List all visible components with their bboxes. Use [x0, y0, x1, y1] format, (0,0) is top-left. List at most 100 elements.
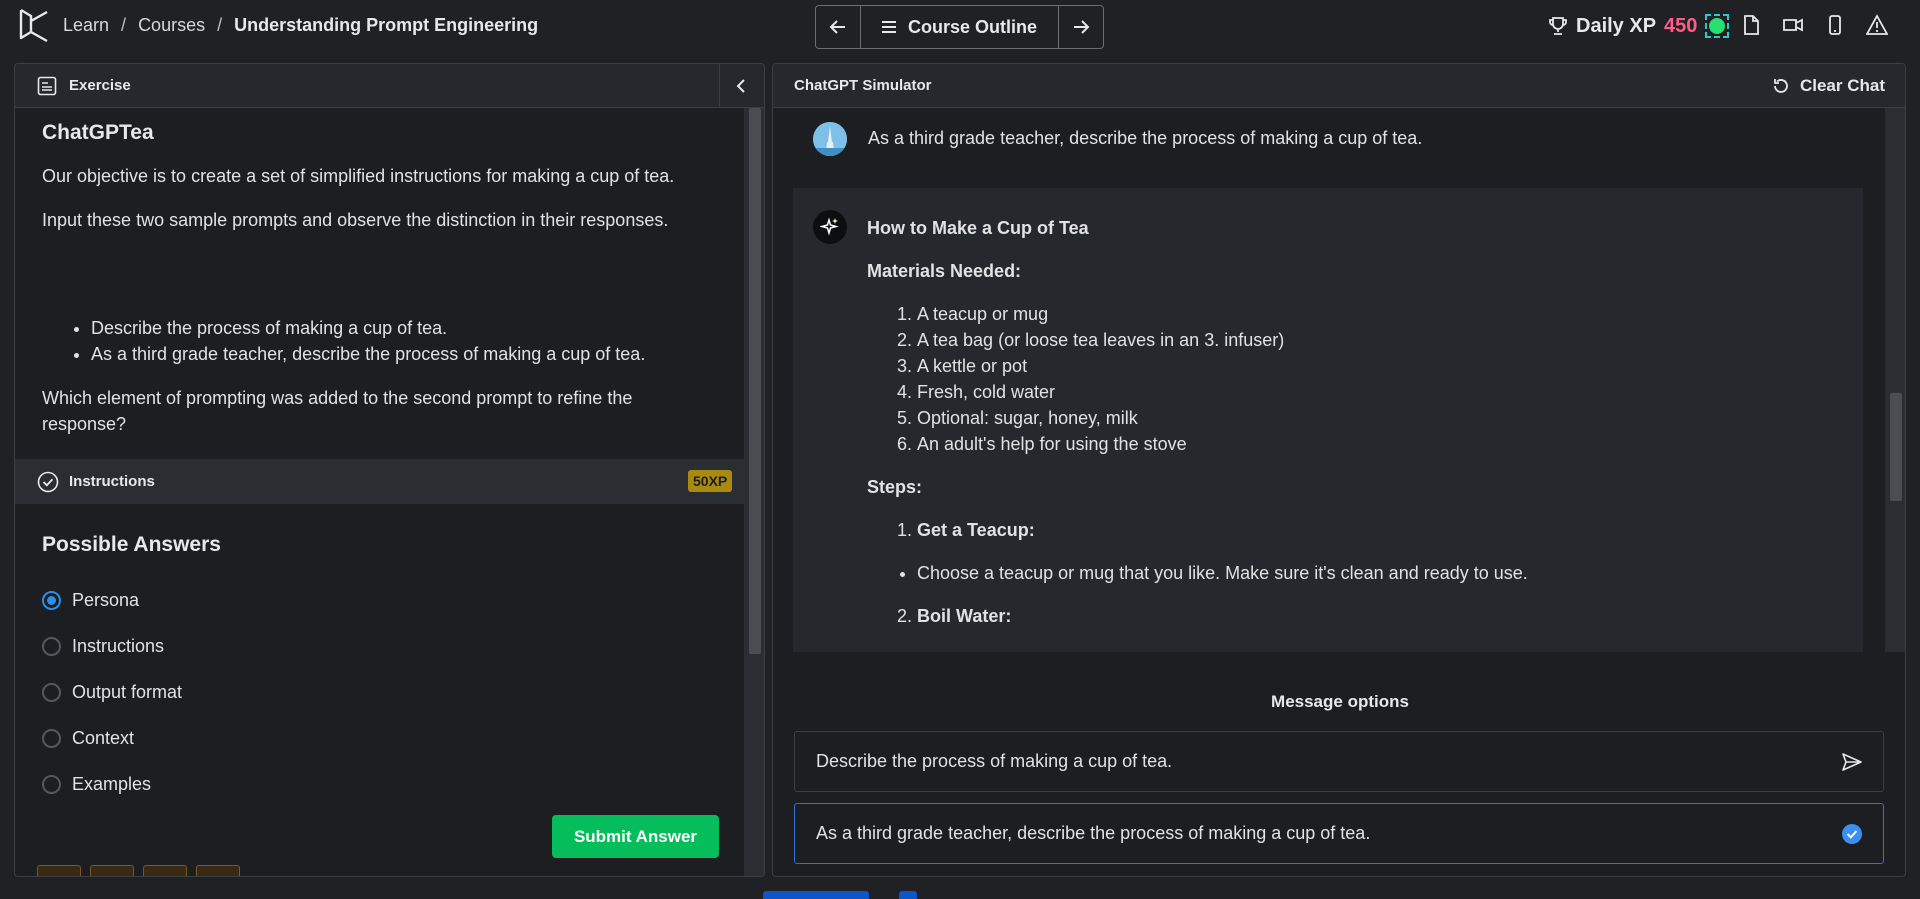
clear-chat-button[interactable]: Clear Chat	[1772, 76, 1885, 96]
sparkle-icon	[813, 210, 847, 244]
daily-xp[interactable]: Daily XP 450	[1548, 14, 1730, 38]
list-item: Optional: sugar, honey, milk	[917, 405, 1528, 431]
answer-label: Context	[72, 728, 135, 748]
trophy-icon	[1549, 17, 1567, 35]
list-item: A teacup or mug	[917, 301, 1528, 327]
menu-icon	[881, 21, 896, 33]
exercise-panel: Exercise ChatGPTea Our objective is to c…	[14, 63, 765, 877]
chat-simulator-panel: ChatGPT Simulator Clear Chat As a third …	[772, 63, 1906, 877]
warning-icon[interactable]	[1866, 14, 1888, 36]
breadcrumb-current[interactable]: Understanding Prompt Engineering	[234, 15, 538, 36]
answer-option-output-format[interactable]: Output format	[42, 682, 182, 703]
instructions-bar[interactable]: Instructions 50XP	[15, 459, 744, 504]
radio-button[interactable]	[42, 637, 61, 656]
exercise-header-label: Exercise	[69, 77, 131, 94]
materials-heading: Materials Needed:	[867, 261, 1022, 281]
scrollbar-thumb[interactable]	[1890, 393, 1902, 501]
exercise-scrollbar[interactable]	[744, 108, 764, 876]
scrollbar-thumb[interactable]	[749, 108, 761, 654]
check-icon	[1842, 824, 1862, 844]
chat-scrollbar[interactable]	[1885, 108, 1905, 652]
steps-list: Boil Water:	[867, 603, 1528, 629]
user-message: As a third grade teacher, describe the p…	[868, 128, 1423, 148]
list-item: An adult's help for using the stove	[917, 431, 1528, 457]
exercise-header: Exercise	[15, 64, 764, 108]
chevron-left-icon	[736, 79, 745, 93]
answer-label: Examples	[72, 774, 152, 794]
sample-prompts-list: Describe the process of making a cup of …	[91, 315, 645, 367]
clear-chat-label: Clear Chat	[1799, 76, 1885, 95]
top-bar: Learn / Courses / Understanding Prompt E…	[0, 0, 1920, 52]
key-hint	[143, 865, 187, 876]
answer-option-context[interactable]: Context	[42, 728, 134, 749]
key-hint	[90, 865, 134, 876]
exercise-objective: Our objective is to create a set of simp…	[42, 166, 675, 186]
reply-title: How to Make a Cup of Tea	[867, 218, 1089, 238]
course-outline-label: Course Outline	[907, 16, 1037, 37]
top-actions	[1740, 14, 1888, 36]
breadcrumb-separator: /	[121, 15, 127, 35]
possible-answers-title: Possible Answers	[42, 533, 221, 556]
answer-label: Instructions	[72, 636, 165, 656]
instructions-label: Instructions	[69, 473, 155, 490]
message-option-selected[interactable]: As a third grade teacher, describe the p…	[794, 803, 1884, 864]
list-item: Choose a teacup or mug that you like. Ma…	[917, 560, 1528, 586]
exercise-question: Which element of prompting was added to …	[42, 388, 633, 434]
list-item: A kettle or pot	[917, 353, 1528, 379]
radio-button[interactable]	[42, 729, 61, 748]
chat-messages: As a third grade teacher, describe the p…	[773, 108, 1885, 652]
message-option[interactable]: Describe the process of making a cup of …	[794, 731, 1884, 792]
list-item: A tea bag (or loose tea leaves in an 3. …	[917, 327, 1528, 353]
answer-option-persona[interactable]: Persona	[42, 590, 139, 611]
exercise-title: ChatGPTea	[42, 121, 154, 144]
assistant-reply: How to Make a Cup of Tea Materials Neede…	[867, 215, 1528, 629]
exercise-instruction: Input these two sample prompts and obser…	[42, 210, 669, 230]
radio-button[interactable]	[42, 591, 61, 610]
daily-xp-label: Daily XP	[1576, 14, 1657, 37]
bottom-tab[interactable]	[899, 891, 917, 899]
answer-label: Persona	[72, 590, 140, 610]
check-circle-icon	[37, 471, 59, 492]
arrow-left-icon	[829, 20, 845, 34]
key-hint	[196, 865, 240, 876]
key-hint	[37, 865, 81, 876]
streak-indicator	[1705, 14, 1730, 38]
bottom-tab[interactable]	[763, 891, 869, 899]
message-option-text: As a third grade teacher, describe the p…	[816, 823, 1371, 843]
keyboard-hints	[37, 865, 240, 876]
message-options-title: Message options	[1271, 692, 1409, 711]
step-details: Choose a teacup or mug that you like. Ma…	[867, 560, 1528, 586]
reset-icon	[1774, 79, 1788, 93]
next-exercise-button[interactable]	[1059, 6, 1103, 48]
chat-header: ChatGPT Simulator Clear Chat	[773, 64, 1905, 108]
document-icon[interactable]	[1740, 14, 1762, 36]
radio-button[interactable]	[42, 775, 61, 794]
chat-header-label: ChatGPT Simulator	[794, 77, 932, 94]
breadcrumb: Learn / Courses / Understanding Prompt E…	[63, 15, 538, 36]
answer-option-examples[interactable]: Examples	[42, 774, 151, 795]
user-avatar-icon	[813, 122, 847, 156]
send-icon[interactable]	[1841, 751, 1863, 773]
step-title: Get a Teacup:	[917, 520, 1035, 540]
course-outline-button[interactable]: Course Outline	[861, 6, 1059, 48]
daily-xp-value: 450	[1664, 14, 1698, 37]
steps-list: Get a Teacup:	[867, 517, 1528, 543]
mobile-icon[interactable]	[1824, 14, 1846, 36]
answer-option-instructions[interactable]: Instructions	[42, 636, 164, 657]
course-outline-nav: Course Outline	[815, 5, 1104, 49]
breadcrumb-courses[interactable]: Courses	[138, 15, 205, 36]
breadcrumb-learn[interactable]: Learn	[63, 15, 109, 36]
previous-exercise-button[interactable]	[816, 6, 861, 48]
message-option-text: Describe the process of making a cup of …	[816, 751, 1173, 771]
datacamp-logo-icon[interactable]	[18, 8, 50, 44]
list-item: As a third grade teacher, describe the p…	[91, 341, 645, 367]
video-icon[interactable]	[1782, 14, 1804, 36]
exercise-icon	[37, 76, 57, 95]
arrow-right-icon	[1074, 20, 1090, 34]
collapse-panel-button[interactable]	[719, 64, 762, 108]
submit-answer-button[interactable]: Submit Answer	[552, 815, 719, 858]
breadcrumb-separator: /	[217, 15, 223, 35]
radio-button[interactable]	[42, 683, 61, 702]
xp-badge: 50XP	[688, 470, 733, 492]
step-title: Boil Water:	[917, 606, 1012, 626]
